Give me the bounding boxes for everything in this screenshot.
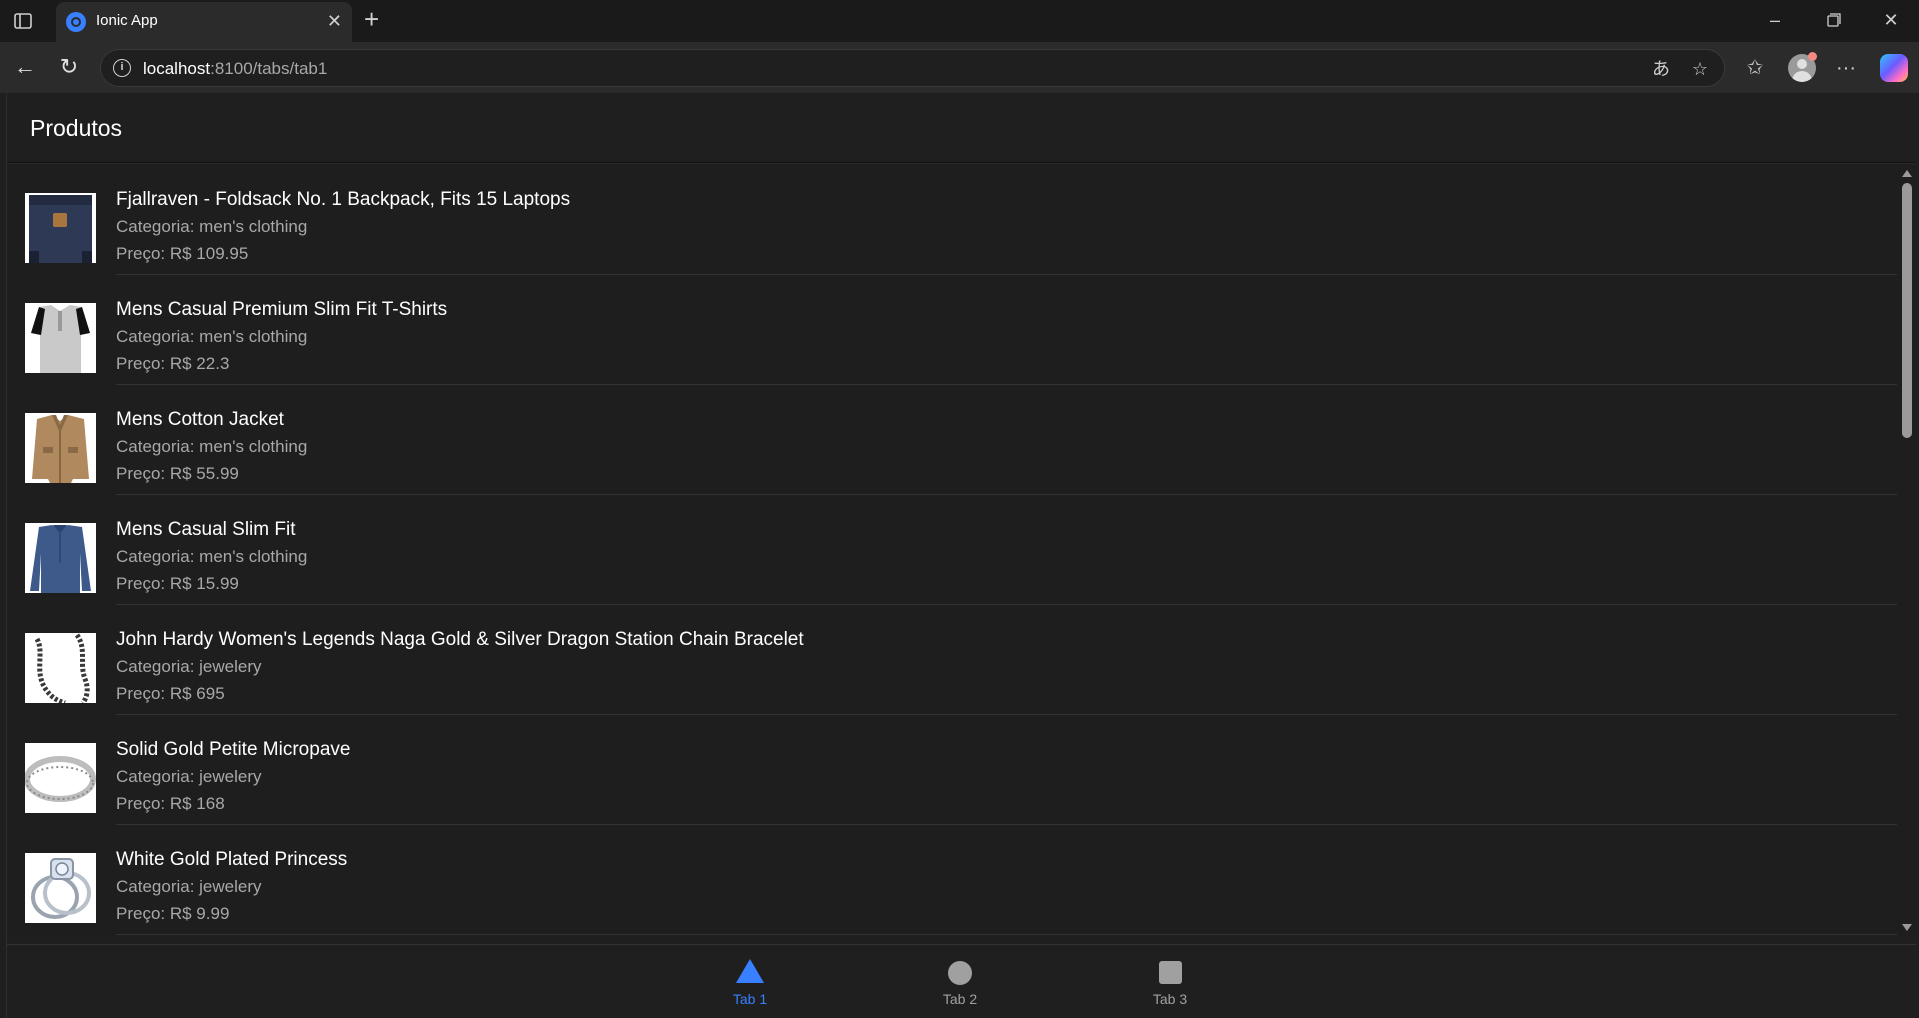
product-name: Mens Cotton Jacket bbox=[116, 409, 284, 430]
product-thumbnail bbox=[25, 853, 96, 923]
product-name: John Hardy Women's Legends Naga Gold & S… bbox=[116, 629, 804, 650]
product-item[interactable]: Mens Casual Slim Fit Categoria: men's cl… bbox=[7, 495, 1897, 605]
product-category: Categoria: men's clothing bbox=[116, 327, 308, 346]
product-item[interactable]: Mens Cotton Jacket Categoria: men's clot… bbox=[7, 385, 1897, 495]
favorites-icon[interactable]: ✩ bbox=[1741, 54, 1769, 82]
tab-2[interactable]: Tab 2 bbox=[900, 951, 1020, 1011]
close-tab-icon[interactable]: ✕ bbox=[327, 11, 342, 31]
ionic-favicon-icon bbox=[66, 12, 86, 32]
url-host: localhost bbox=[143, 59, 211, 78]
product-category: Categoria: men's clothing bbox=[116, 437, 308, 456]
product-item[interactable]: Fjallraven - Foldsack No. 1 Backpack, Fi… bbox=[7, 165, 1897, 275]
tab-3[interactable]: Tab 3 bbox=[1110, 951, 1230, 1011]
product-name: White Gold Plated Princess bbox=[116, 849, 348, 870]
product-price: Preço: R$ 55.99 bbox=[116, 464, 239, 483]
product-name: Solid Gold Petite Micropave bbox=[116, 739, 351, 760]
tab-1[interactable]: Tab 1 bbox=[690, 951, 810, 1011]
product-price: Preço: R$ 168 bbox=[116, 794, 225, 813]
url-text: localhost:8100/tabs/tab1 bbox=[143, 59, 327, 79]
more-options-icon[interactable]: ··· bbox=[1832, 54, 1860, 82]
tab-3-label: Tab 3 bbox=[1152, 991, 1188, 1007]
product-thumbnail bbox=[25, 303, 96, 373]
square-icon bbox=[1159, 961, 1182, 984]
product-price: Preço: R$ 9.99 bbox=[116, 904, 230, 923]
product-price: Preço: R$ 15.99 bbox=[116, 574, 239, 593]
sidebar-toggle-icon[interactable] bbox=[12, 10, 34, 32]
tab-1-label: Tab 1 bbox=[732, 991, 768, 1007]
product-thumbnail bbox=[25, 193, 96, 263]
copilot-icon[interactable] bbox=[1880, 54, 1908, 82]
translate-icon[interactable]: あ bbox=[1649, 57, 1673, 81]
product-name: Mens Casual Slim Fit bbox=[116, 519, 296, 540]
page-title: Produtos bbox=[30, 115, 123, 141]
product-item[interactable]: Solid Gold Petite Micropave Categoria: j… bbox=[7, 715, 1897, 825]
scrollbar[interactable] bbox=[1897, 165, 1916, 937]
product-price: Preço: R$ 695 bbox=[116, 684, 225, 703]
product-category: Categoria: jewelery bbox=[116, 767, 262, 786]
app-viewport: Produtos Fjallraven - Foldsack No. 1 Bac… bbox=[6, 93, 1916, 1018]
bottom-tab-bar: Tab 1 Tab 2 Tab 3 bbox=[7, 944, 1916, 1018]
product-category: Categoria: men's clothing bbox=[116, 547, 308, 566]
ellipse-icon bbox=[948, 961, 972, 985]
product-category: Categoria: jewelery bbox=[116, 657, 262, 676]
product-item[interactable]: John Hardy Women's Legends Naga Gold & S… bbox=[7, 605, 1897, 715]
profile-notification-dot bbox=[1808, 52, 1817, 61]
product-name: Mens Casual Premium Slim Fit T-Shirts bbox=[116, 299, 448, 320]
product-thumbnail bbox=[25, 523, 96, 593]
product-name: Fjallraven - Foldsack No. 1 Backpack, Fi… bbox=[116, 189, 571, 210]
product-thumbnail bbox=[25, 633, 96, 703]
site-info-icon[interactable]: i bbox=[113, 59, 131, 77]
product-category: Categoria: men's clothing bbox=[116, 217, 308, 236]
browser-tab[interactable]: Ionic App ✕ bbox=[56, 2, 352, 42]
scrollbar-thumb[interactable] bbox=[1902, 183, 1912, 438]
url-path: :8100/tabs/tab1 bbox=[210, 59, 328, 78]
product-list[interactable]: Fjallraven - Foldsack No. 1 Backpack, Fi… bbox=[7, 165, 1897, 937]
favorite-star-icon[interactable]: ☆ bbox=[1688, 57, 1712, 81]
product-thumbnail bbox=[25, 413, 96, 483]
product-thumbnail bbox=[25, 743, 96, 813]
back-icon[interactable]: ← bbox=[12, 54, 38, 80]
app-header: Produtos bbox=[7, 93, 1916, 163]
product-price: Preço: R$ 109.95 bbox=[116, 244, 249, 263]
product-category: Categoria: jewelery bbox=[116, 877, 262, 896]
browser-toolbar: ← ↻ i localhost:8100/tabs/tab1 あ ☆ ✩ ··· bbox=[0, 42, 1919, 93]
close-window-icon[interactable]: ✕ bbox=[1879, 8, 1903, 32]
tab-2-label: Tab 2 bbox=[942, 991, 978, 1007]
reload-icon[interactable]: ↻ bbox=[56, 54, 82, 80]
product-item[interactable]: White Gold Plated Princess Categoria: je… bbox=[7, 825, 1897, 935]
item-divider bbox=[116, 934, 1897, 935]
product-item[interactable]: Mens Casual Premium Slim Fit T-Shirts Ca… bbox=[7, 275, 1897, 385]
restore-icon[interactable] bbox=[1822, 8, 1846, 32]
address-bar[interactable]: i localhost:8100/tabs/tab1 あ ☆ bbox=[100, 49, 1725, 87]
minimize-icon[interactable]: – bbox=[1763, 8, 1787, 32]
triangle-icon bbox=[736, 959, 764, 983]
scroll-up-icon[interactable] bbox=[1902, 170, 1912, 177]
product-price: Preço: R$ 22.3 bbox=[116, 354, 230, 373]
scroll-down-icon[interactable] bbox=[1902, 924, 1912, 931]
browser-tab-title: Ionic App bbox=[96, 12, 158, 29]
new-tab-icon[interactable]: + bbox=[364, 6, 379, 32]
browser-tab-strip: Ionic App ✕ + – ✕ bbox=[0, 0, 1919, 42]
